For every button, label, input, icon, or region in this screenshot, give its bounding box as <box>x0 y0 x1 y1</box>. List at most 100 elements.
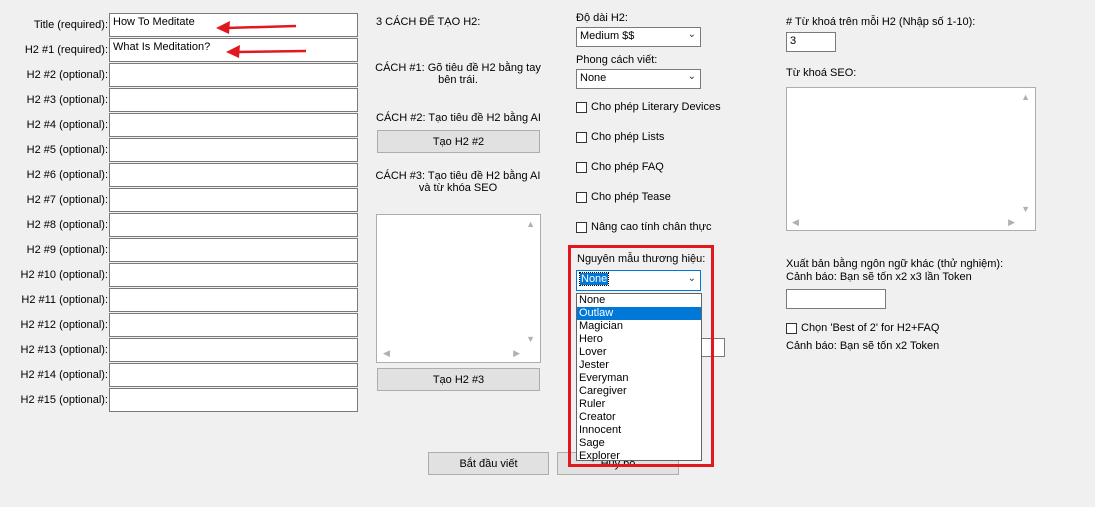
literary-devices-checkbox[interactable]: Cho phép Literary Devices <box>576 101 721 113</box>
h2-12-input[interactable] <box>109 313 358 337</box>
style-value: None <box>580 72 607 84</box>
h2-5-input[interactable] <box>109 138 358 162</box>
checkbox-label: Cho phép Lists <box>591 131 665 143</box>
keyword-count-input[interactable]: 3 <box>786 32 836 52</box>
archetype-option[interactable]: Sage <box>577 437 701 450</box>
start-writing-button[interactable]: Bắt đầu viết <box>428 452 549 475</box>
scroll-down-icon[interactable]: ▼ <box>1021 204 1030 214</box>
language-input[interactable] <box>786 289 886 309</box>
h2-10-label: H2 #10 (optional): <box>20 269 108 281</box>
faq-checkbox[interactable]: Cho phép FAQ <box>576 161 664 173</box>
chevron-down-icon: ⌄ <box>687 29 696 40</box>
methods-heading: 3 CÁCH ĐỂ TẠO H2: <box>376 16 481 28</box>
h2-15-input[interactable] <box>109 388 358 412</box>
scroll-left-icon[interactable]: ◀ <box>792 217 799 228</box>
chevron-down-icon: ⌄ <box>687 71 696 82</box>
checkbox-label: Cho phép Tease <box>591 191 671 203</box>
scroll-right-icon[interactable]: ▶ <box>513 348 520 359</box>
h2-11-label: H2 #11 (optional): <box>21 294 108 306</box>
method-2-text: CÁCH #2: Tạo tiêu đề H2 bằng AI <box>376 112 541 124</box>
archetype-option[interactable]: Explorer <box>577 450 701 463</box>
h2-11-input[interactable] <box>109 288 358 312</box>
scroll-up-icon[interactable]: ▲ <box>1021 92 1030 102</box>
scroll-down-icon[interactable]: ▼ <box>526 334 535 344</box>
h2-10-input[interactable] <box>109 263 358 287</box>
archetype-option[interactable]: Lover <box>577 346 701 359</box>
checkbox-box[interactable] <box>576 161 587 173</box>
title-label: Title (required): <box>33 19 108 31</box>
other-language-label: Xuất bản bằng ngôn ngữ khác (thử nghiệm)… <box>786 258 1004 270</box>
h2-15-label: H2 #15 (optional): <box>20 394 108 406</box>
scroll-up-icon[interactable]: ▲ <box>526 219 535 229</box>
archetype-select[interactable]: None ⌄ <box>576 270 701 291</box>
archetype-option[interactable]: Caregiver <box>577 385 701 398</box>
generate-h2-2-button[interactable]: Tạo H2 #2 <box>377 130 540 153</box>
length-select[interactable]: Medium $$ ⌄ <box>576 27 701 47</box>
method-3-text: CÁCH #3: Tạo tiêu đề H2 bằng AI và từ kh… <box>375 170 541 194</box>
h2-14-label: H2 #14 (optional): <box>20 369 108 381</box>
archetype-label: Nguyên mẫu thương hiệu: <box>577 253 706 265</box>
archetype-option[interactable]: Magician <box>577 320 701 333</box>
best-of-token-warning: Cảnh báo: Bạn sẽ tốn x2 Token <box>786 340 940 352</box>
h2-7-input[interactable] <box>109 188 358 212</box>
h2-6-label: H2 #6 (optional): <box>26 169 108 181</box>
h2-7-label: H2 #7 (optional): <box>26 194 108 206</box>
checkbox-box[interactable] <box>576 191 587 203</box>
h2-9-label: H2 #9 (optional): <box>26 244 108 256</box>
h2-4-input[interactable] <box>109 113 358 137</box>
h2-1-label: H2 #1 (required): <box>24 44 108 56</box>
length-value: Medium $$ <box>580 30 635 42</box>
tease-checkbox[interactable]: Cho phép Tease <box>576 191 671 203</box>
checkbox-label: Cho phép FAQ <box>591 161 664 173</box>
h2-5-label: H2 #5 (optional): <box>26 144 108 156</box>
lists-checkbox[interactable]: Cho phép Lists <box>576 131 664 143</box>
archetype-dropdown-list[interactable]: None Outlaw Magician Hero Lover Jester E… <box>576 293 702 463</box>
archetype-option[interactable]: Hero <box>577 333 701 346</box>
h2-1-arrow <box>226 45 307 58</box>
checkbox-label: Nâng cao tính chân thực <box>591 221 712 233</box>
style-label: Phong cách viết: <box>576 54 658 66</box>
h2-12-label: H2 #12 (optional): <box>20 319 108 331</box>
annotation-arrows <box>216 21 307 58</box>
archetype-option[interactable]: Creator <box>577 411 701 424</box>
h2-13-label: H2 #13 (optional): <box>20 344 108 356</box>
h2-14-input[interactable] <box>109 363 358 387</box>
seo-keywords-label: Từ khoá SEO: <box>786 67 857 79</box>
method-1-text: CÁCH #1: Gõ tiêu đề H2 bằng tay bên trái… <box>375 62 541 86</box>
scroll-right-icon[interactable]: ▶ <box>1008 217 1015 228</box>
archetype-option[interactable]: Everyman <box>577 372 701 385</box>
archetype-option-highlighted[interactable]: Outlaw <box>577 307 701 320</box>
archetype-option[interactable]: Ruler <box>577 398 701 411</box>
checkbox-box[interactable] <box>576 221 587 233</box>
archetype-value: None <box>578 272 610 286</box>
h2-2-input[interactable] <box>109 63 358 87</box>
h2-6-input[interactable] <box>109 163 358 187</box>
h2-8-input[interactable] <box>109 213 358 237</box>
length-label: Độ dài H2: <box>576 12 628 24</box>
h2-3-label: H2 #3 (optional): <box>26 94 108 106</box>
authenticity-checkbox[interactable]: Nâng cao tính chân thực <box>576 221 712 233</box>
archetype-option[interactable]: Innocent <box>577 424 701 437</box>
language-token-warning: Cảnh báo: Bạn sẽ tốn x2 x3 lần Token <box>786 271 972 283</box>
archetype-option[interactable]: Jester <box>577 359 701 372</box>
chevron-down-icon: ⌄ <box>687 273 696 284</box>
h2-8-label: H2 #8 (optional): <box>26 219 108 231</box>
title-arrow <box>216 21 297 34</box>
checkbox-label: Cho phép Literary Devices <box>591 101 721 113</box>
checkbox-box[interactable] <box>576 101 587 113</box>
h2-3-input[interactable] <box>109 88 358 112</box>
checkbox-box[interactable] <box>576 131 587 143</box>
seo-keywords-input[interactable]: ▲ ▼ ◀ ▶ <box>786 87 1036 231</box>
archetype-option[interactable]: None <box>577 294 701 307</box>
h2-13-input[interactable] <box>109 338 358 362</box>
checkbox-box[interactable] <box>786 322 797 334</box>
h2-4-label: H2 #4 (optional): <box>26 119 108 131</box>
h2-2-label: H2 #2 (optional): <box>26 69 108 81</box>
best-of-2-checkbox[interactable]: Chọn 'Best of 2' for H2+FAQ <box>786 322 939 334</box>
generate-h2-3-button[interactable]: Tạo H2 #3 <box>377 368 540 391</box>
seo-h2-output[interactable]: ▲ ▼ ◀ ▶ <box>376 214 541 363</box>
obscured-input[interactable] <box>700 338 725 357</box>
scroll-left-icon[interactable]: ◀ <box>383 348 390 359</box>
h2-9-input[interactable] <box>109 238 358 262</box>
style-select[interactable]: None ⌄ <box>576 69 701 89</box>
